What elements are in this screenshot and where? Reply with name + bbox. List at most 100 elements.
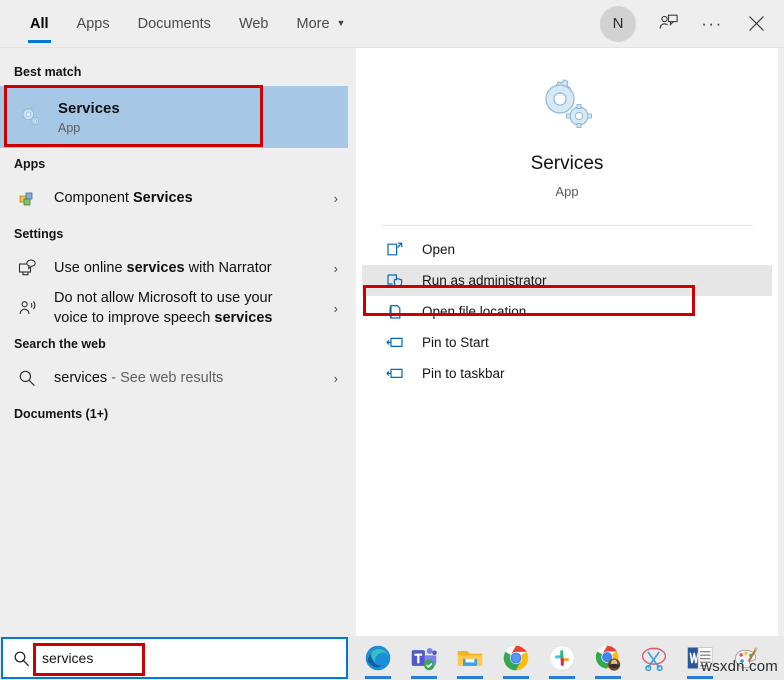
services-gears-icon bbox=[18, 104, 44, 130]
tab-apps[interactable]: Apps bbox=[63, 0, 124, 47]
chevron-right-icon[interactable]: › bbox=[328, 371, 338, 386]
tab-more-label: More bbox=[296, 15, 330, 32]
more-options-button[interactable]: ··· bbox=[690, 2, 734, 46]
tab-apps-label: Apps bbox=[76, 15, 110, 32]
setting-line1-prefix: Use online bbox=[54, 259, 127, 276]
group-heading-settings: Settings bbox=[14, 227, 64, 241]
results-panel: Best match Services App Apps Component S… bbox=[0, 48, 348, 636]
group-heading-best-match: Best match bbox=[14, 65, 82, 79]
google-chrome-icon bbox=[503, 645, 529, 671]
preview-app-kind: App bbox=[555, 184, 579, 199]
tab-list: All Apps Documents Web More ▼ bbox=[0, 0, 359, 47]
result-title: Services bbox=[58, 100, 120, 118]
action-label: Open bbox=[422, 242, 456, 257]
tab-documents-label: Documents bbox=[137, 15, 211, 32]
tab-all[interactable]: All bbox=[16, 0, 63, 47]
folder-location-icon bbox=[384, 303, 406, 321]
microsoft-teams-icon bbox=[411, 648, 437, 671]
action-pin-to-start[interactable]: Pin to Start bbox=[362, 327, 772, 358]
pin-icon bbox=[384, 365, 406, 383]
close-button[interactable] bbox=[734, 2, 778, 46]
result-setting-narrator[interactable]: Use online services with Narrator › bbox=[0, 248, 348, 288]
taskbar-item-google-chrome[interactable] bbox=[494, 637, 538, 679]
watermark: wsxdn.com bbox=[701, 658, 778, 675]
search-flyout: All Apps Documents Web More ▼ N ··· Best… bbox=[0, 0, 784, 636]
setting-line1-prefix: Do not allow Microsoft to use your bbox=[54, 289, 273, 306]
tab-all-label: All bbox=[30, 15, 49, 32]
result-best-match-services[interactable]: Services App bbox=[0, 86, 348, 148]
preview-divider bbox=[381, 225, 753, 226]
group-heading-search-web: Search the web bbox=[14, 337, 106, 351]
close-icon bbox=[748, 16, 764, 31]
taskbar-item-file-explorer[interactable] bbox=[448, 637, 492, 679]
preview-card: Services App Open Run as administrator O… bbox=[356, 48, 778, 636]
ellipsis-icon: ··· bbox=[701, 14, 723, 33]
chevron-right-icon[interactable]: › bbox=[328, 301, 338, 316]
action-label: Run as administrator bbox=[422, 273, 547, 288]
action-label: Pin to taskbar bbox=[422, 366, 505, 381]
component-services-icon bbox=[14, 185, 40, 211]
taskbar-apps: wsxdn.com bbox=[348, 636, 784, 680]
result-app-label: Component Services bbox=[54, 189, 328, 208]
header-actions: N ··· bbox=[600, 0, 784, 47]
snipping-tool-icon bbox=[641, 647, 667, 672]
preview-app-name: Services bbox=[530, 153, 604, 174]
search-tabbar: All Apps Documents Web More ▼ N ··· bbox=[0, 0, 784, 48]
tab-web[interactable]: Web bbox=[225, 0, 283, 47]
taskbar-item-microsoft-edge[interactable] bbox=[356, 637, 400, 679]
result-best-match-text: Services App bbox=[58, 99, 338, 135]
taskbar-item-slack[interactable] bbox=[540, 637, 584, 679]
preview-actions: Open Run as administrator Open file loca… bbox=[356, 234, 778, 389]
web-suffix: - See web results bbox=[107, 369, 224, 386]
action-label: Open file location bbox=[422, 304, 527, 319]
action-run-as-administrator[interactable]: Run as administrator bbox=[362, 265, 772, 296]
search-input-value: services bbox=[42, 650, 94, 666]
speech-person-icon bbox=[14, 295, 40, 321]
pin-icon bbox=[384, 334, 406, 352]
preview-panel: Services App Open Run as administrator O… bbox=[348, 48, 784, 636]
file-explorer-icon bbox=[457, 651, 483, 666]
setting-line1-suffix: with Narrator bbox=[184, 259, 272, 276]
result-setting-label: Do not allow Microsoft to use your voice… bbox=[54, 289, 328, 328]
preview-hero: Services App bbox=[356, 48, 778, 199]
web-keyword: services bbox=[54, 369, 108, 386]
setting-line2-prefix: voice to improve speech bbox=[54, 309, 215, 326]
action-pin-to-taskbar[interactable]: Pin to taskbar bbox=[362, 358, 772, 389]
taskbar-item-microsoft-teams[interactable] bbox=[402, 637, 446, 679]
narrator-icon bbox=[14, 255, 40, 281]
taskbar-item-snipping-tool[interactable] bbox=[632, 637, 676, 679]
chrome-profile-icon bbox=[595, 645, 621, 671]
search-input[interactable]: services bbox=[1, 637, 348, 679]
result-app-keyword: Services bbox=[133, 189, 193, 206]
search-icon bbox=[14, 365, 40, 391]
result-setting-speech[interactable]: Do not allow Microsoft to use your voice… bbox=[0, 288, 348, 328]
avatar[interactable]: N bbox=[600, 5, 636, 42]
feedback-button[interactable] bbox=[646, 2, 690, 46]
chevron-right-icon[interactable]: › bbox=[328, 261, 338, 276]
search-icon bbox=[13, 650, 30, 667]
taskbar-item-chrome-profile[interactable] bbox=[586, 637, 630, 679]
tab-web-label: Web bbox=[238, 15, 269, 32]
person-feedback-icon bbox=[659, 14, 678, 29]
action-open[interactable]: Open bbox=[362, 234, 772, 265]
tab-documents[interactable]: Documents bbox=[124, 0, 225, 47]
result-setting-label: Use online services with Narrator bbox=[54, 259, 328, 278]
windows-search-screen: All Apps Documents Web More ▼ N ··· Best… bbox=[0, 0, 784, 680]
result-app-component-services[interactable]: Component Services › bbox=[0, 178, 348, 218]
result-web-label: services - See web results bbox=[54, 369, 328, 388]
chevron-right-icon[interactable]: › bbox=[328, 191, 338, 206]
setting-line2-keyword: services bbox=[214, 309, 273, 326]
group-heading-documents: Documents (1+) bbox=[14, 407, 109, 421]
action-label: Pin to Start bbox=[422, 335, 489, 350]
tab-more[interactable]: More ▼ bbox=[283, 0, 360, 47]
result-subtitle: App bbox=[58, 120, 81, 135]
avatar-initial: N bbox=[612, 15, 624, 32]
action-open-file-location[interactable]: Open file location bbox=[362, 296, 772, 327]
group-heading-apps: Apps bbox=[14, 157, 46, 171]
services-gears-icon bbox=[545, 79, 592, 128]
slack-icon bbox=[549, 645, 575, 671]
result-web-search[interactable]: services - See web results › bbox=[0, 358, 348, 398]
open-window-icon bbox=[384, 241, 406, 259]
shield-window-icon bbox=[384, 272, 406, 290]
taskbar: services wsxdn.com bbox=[0, 636, 784, 680]
